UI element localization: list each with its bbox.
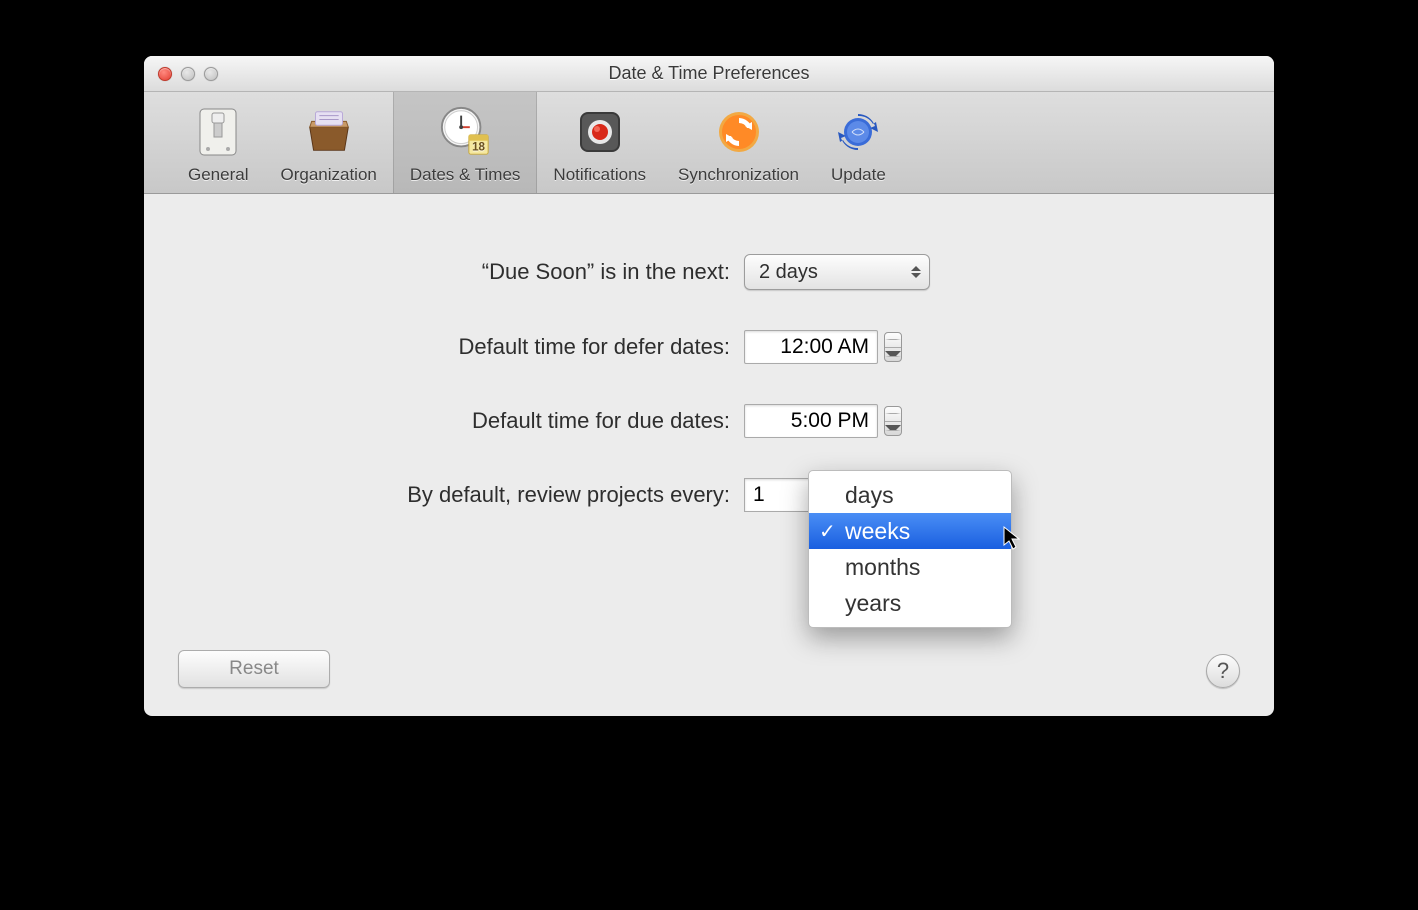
defer-time-input[interactable] — [744, 330, 878, 364]
menu-item-label: months — [845, 554, 920, 581]
switch-icon — [191, 105, 245, 159]
toolbar: General Organization — [144, 92, 1274, 194]
toolbar-item-update[interactable]: Update — [815, 92, 902, 193]
review-row: By default, review projects every: — [184, 478, 1234, 512]
defer-time-row: Default time for defer dates: — [184, 330, 1234, 364]
toolbar-label: Notifications — [553, 165, 646, 185]
window-title: Date & Time Preferences — [144, 63, 1274, 84]
review-label: By default, review projects every: — [184, 482, 744, 508]
stepper-up-icon — [885, 333, 901, 348]
due-time-label: Default time for due dates: — [184, 408, 744, 434]
toolbar-label: General — [188, 165, 248, 185]
due-time-stepper[interactable] — [884, 406, 902, 436]
preferences-window: Date & Time Preferences General — [144, 56, 1274, 716]
titlebar: Date & Time Preferences — [144, 56, 1274, 92]
drawer-icon — [302, 105, 356, 159]
due-time-input[interactable] — [744, 404, 878, 438]
menu-item-label: weeks — [845, 518, 910, 545]
due-soon-label: “Due Soon” is in the next: — [184, 259, 744, 285]
popup-arrows-icon — [909, 266, 923, 278]
defer-time-label: Default time for defer dates: — [184, 334, 744, 360]
svg-text:18: 18 — [472, 141, 485, 153]
checkmark-icon: ✓ — [819, 519, 836, 544]
due-time-row: Default time for due dates: — [184, 404, 1234, 438]
menu-item-days[interactable]: days — [809, 477, 1011, 513]
menu-item-years[interactable]: years — [809, 585, 1011, 621]
menu-item-weeks[interactable]: ✓ weeks — [809, 513, 1011, 549]
toolbar-item-dates-times[interactable]: 18 Dates & Times — [393, 92, 538, 193]
help-button[interactable]: ? — [1206, 654, 1240, 688]
due-soon-row: “Due Soon” is in the next: 2 days — [184, 254, 1234, 290]
toolbar-label: Organization — [280, 165, 376, 185]
record-icon — [573, 105, 627, 159]
toolbar-label: Synchronization — [678, 165, 799, 185]
due-soon-value: 2 days — [759, 261, 818, 284]
reset-label: Reset — [229, 658, 279, 680]
toolbar-item-synchronization[interactable]: Synchronization — [662, 92, 815, 193]
menu-item-months[interactable]: months — [809, 549, 1011, 585]
help-label: ? — [1217, 658, 1229, 684]
menu-item-label: days — [845, 482, 894, 509]
due-soon-popup[interactable]: 2 days — [744, 254, 930, 290]
defer-time-stepper[interactable] — [884, 332, 902, 362]
stepper-up-icon — [885, 407, 901, 422]
stepper-down-icon — [885, 422, 901, 436]
reset-button[interactable]: Reset — [178, 650, 330, 688]
toolbar-item-organization[interactable]: Organization — [264, 92, 392, 193]
stepper-down-icon — [885, 348, 901, 362]
update-icon — [831, 105, 885, 159]
toolbar-label: Update — [831, 165, 886, 185]
sync-icon — [712, 105, 766, 159]
toolbar-item-general[interactable]: General — [172, 92, 264, 193]
menu-item-label: years — [845, 590, 901, 617]
clock-calendar-icon: 18 — [438, 105, 492, 159]
preferences-content: “Due Soon” is in the next: 2 days Defaul… — [144, 194, 1274, 716]
toolbar-item-notifications[interactable]: Notifications — [537, 92, 662, 193]
toolbar-label: Dates & Times — [410, 165, 521, 185]
review-unit-menu: days ✓ weeks months years — [808, 470, 1012, 628]
